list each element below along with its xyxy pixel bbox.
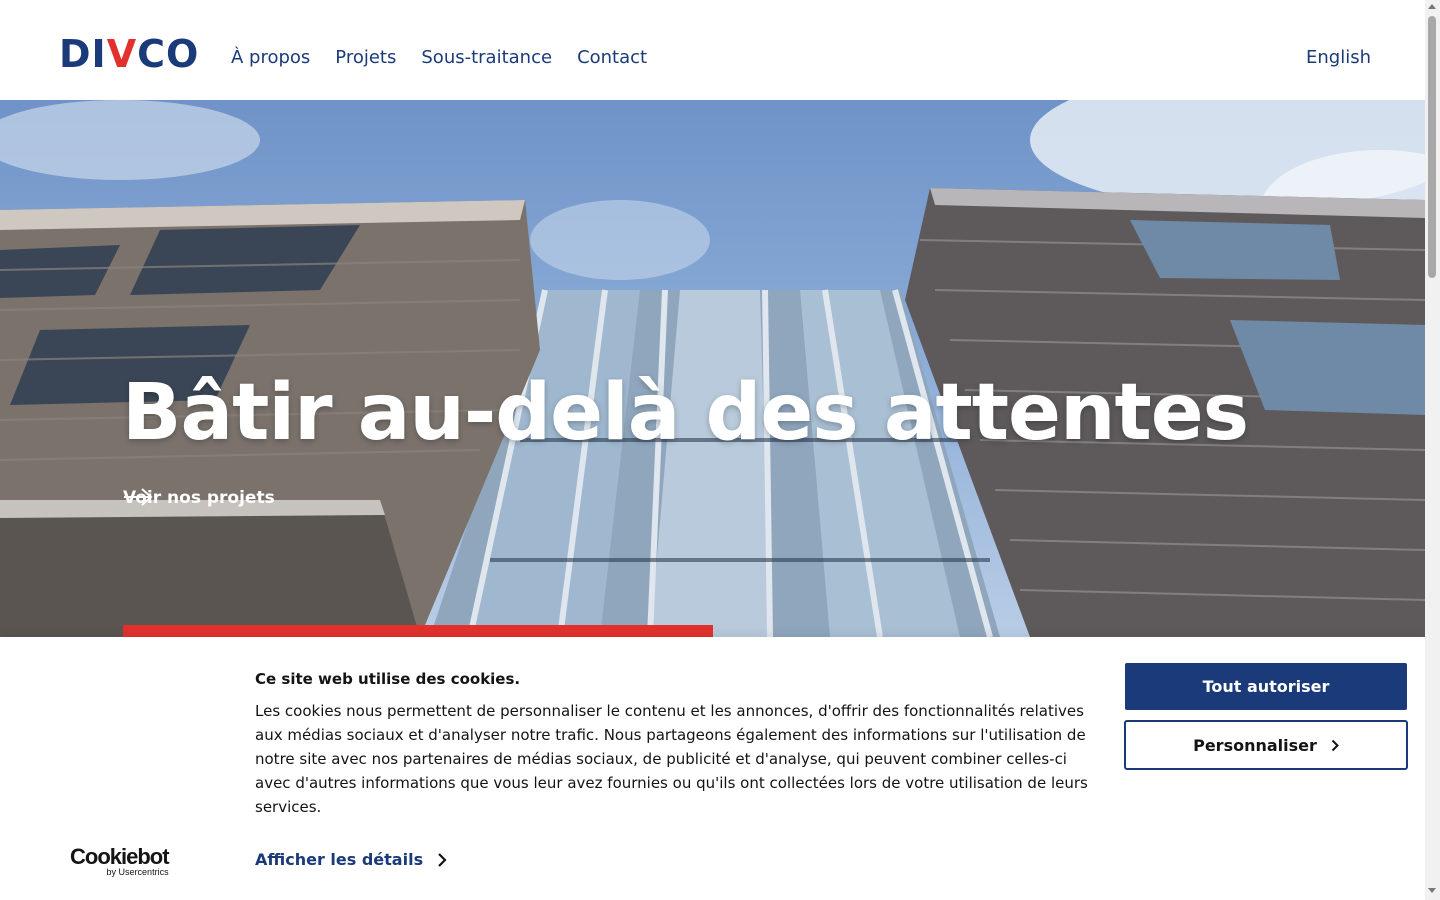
cookie-description: Les cookies nous permettent de personnal… [255, 702, 1088, 816]
chevron-right-icon [1331, 739, 1339, 751]
cookie-consent-banner: Cookiebot by Usercentrics Ce site web ut… [0, 637, 1425, 900]
customize-button[interactable]: Personnaliser [1124, 720, 1408, 770]
logo-accent: V [106, 32, 138, 76]
cookie-title: Ce site web utilise des cookies. [255, 670, 521, 688]
nav-link-projets[interactable]: Projets [335, 47, 396, 68]
scrollbar-thumb[interactable] [1428, 16, 1436, 278]
language-switch[interactable]: English [1306, 47, 1371, 68]
logo-suffix: CO [137, 32, 200, 76]
nav-link-a-propos[interactable]: À propos [231, 47, 310, 68]
main-nav: À propos Projets Sous-traitance Contact [231, 47, 647, 68]
customize-label: Personnaliser [1193, 735, 1317, 755]
view-projects-link[interactable]: Voir nos projets [123, 488, 275, 508]
nav-link-sous-traitance[interactable]: Sous-traitance [421, 47, 552, 68]
show-details-label: Afficher les détails [255, 850, 424, 869]
nav-link-contact[interactable]: Contact [577, 47, 647, 68]
allow-all-button[interactable]: Tout autoriser [1125, 663, 1407, 710]
chevron-right-icon [438, 852, 447, 867]
arrow-right-icon [124, 488, 153, 506]
site-header: DI V CO À propos Projets Sous-traitance Co… [0, 0, 1425, 100]
scroll-up-arrow-icon[interactable] [1428, 4, 1436, 9]
page-scrollbar[interactable] [1425, 0, 1440, 900]
divco-logo[interactable]: DI V CO [59, 32, 200, 76]
show-details-link[interactable]: Afficher les détails [255, 850, 447, 869]
hero-banner: Bâtir au-delà des attentes Voir nos proj… [0, 100, 1425, 637]
hero-accent-bar [123, 625, 713, 637]
hero-title: Bâtir au-delà des attentes [122, 368, 1249, 458]
cookiebot-logo[interactable]: Cookiebot by Usercentrics [70, 844, 170, 877]
logo-prefix: DI [59, 32, 107, 76]
scroll-down-arrow-icon[interactable] [1428, 888, 1436, 893]
